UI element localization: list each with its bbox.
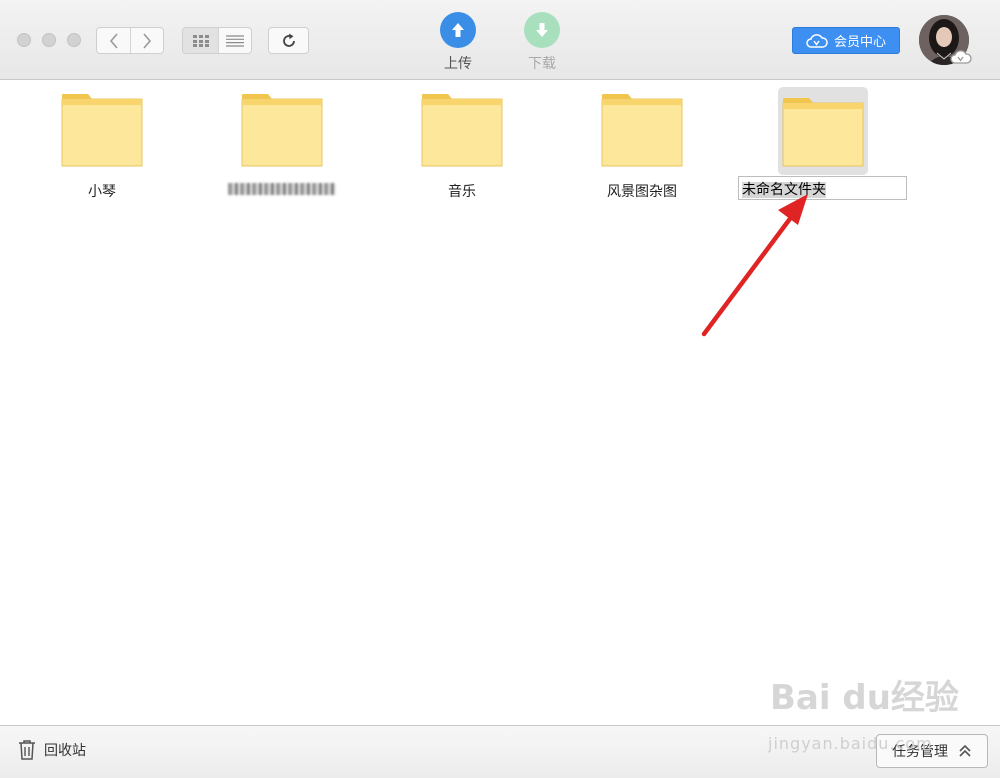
folder-item[interactable] — [192, 93, 372, 195]
upload-circle — [440, 12, 476, 48]
folder-icon — [601, 94, 683, 167]
grid-view-icon — [192, 34, 209, 47]
window-minimize-button[interactable] — [42, 33, 56, 47]
baidu-watermark-url: jingyan.baidu.com — [768, 734, 933, 753]
folder-item[interactable]: 音乐 — [372, 93, 552, 201]
folder-name: 小琴 — [88, 184, 116, 200]
toolbar: 上传 下载 会员中心 — [0, 0, 1000, 80]
vip-center-button[interactable]: 会员中心 — [792, 27, 900, 54]
cloud-badge-icon — [950, 50, 972, 64]
netdisk-window: 上传 下载 会员中心 小琴 音乐 风景图杂图 未命名文件夹 回收站 任务管理 B… — [0, 0, 1000, 778]
folder-icon — [241, 94, 323, 167]
window-close-button[interactable] — [17, 33, 31, 47]
annotation-arrow-icon — [701, 194, 808, 337]
folder-icon — [421, 94, 503, 167]
list-view-button[interactable] — [218, 28, 251, 53]
download-label: 下载 — [528, 56, 556, 72]
folder-name-blurred — [228, 183, 336, 195]
vip-label: 会员中心 — [833, 35, 886, 50]
chevron-right-icon — [143, 32, 152, 49]
cloud-vip-icon — [806, 33, 828, 48]
folder-item[interactable]: 风景图杂图 — [552, 93, 732, 201]
folder-name: 音乐 — [448, 184, 476, 200]
refresh-button[interactable] — [268, 27, 309, 54]
arrow-down-icon — [536, 23, 548, 37]
view-toggle — [182, 27, 252, 54]
folder-item[interactable]: 小琴 — [12, 93, 192, 201]
back-button[interactable] — [97, 28, 130, 53]
grid-view-button[interactable] — [183, 28, 218, 53]
double-chevron-up-icon — [959, 744, 971, 757]
history-nav — [96, 27, 164, 54]
recycle-bin-button[interactable]: 回收站 — [18, 740, 86, 760]
baidu-watermark: Bai du经验 — [770, 678, 959, 718]
folder-icon — [61, 94, 143, 167]
forward-button[interactable] — [130, 28, 163, 53]
arrow-up-icon — [452, 23, 464, 37]
upload-button[interactable]: 上传 — [428, 12, 488, 73]
download-circle — [524, 12, 560, 48]
download-button[interactable]: 下载 — [512, 12, 572, 73]
refresh-icon — [282, 33, 295, 47]
window-zoom-button[interactable] — [67, 33, 81, 47]
trash-icon — [19, 740, 35, 760]
chevron-left-icon — [109, 32, 118, 49]
folder-icon — [782, 98, 864, 167]
recycle-bin-label: 回收站 — [44, 743, 86, 759]
list-view-icon — [226, 34, 244, 47]
upload-label: 上传 — [444, 56, 472, 72]
